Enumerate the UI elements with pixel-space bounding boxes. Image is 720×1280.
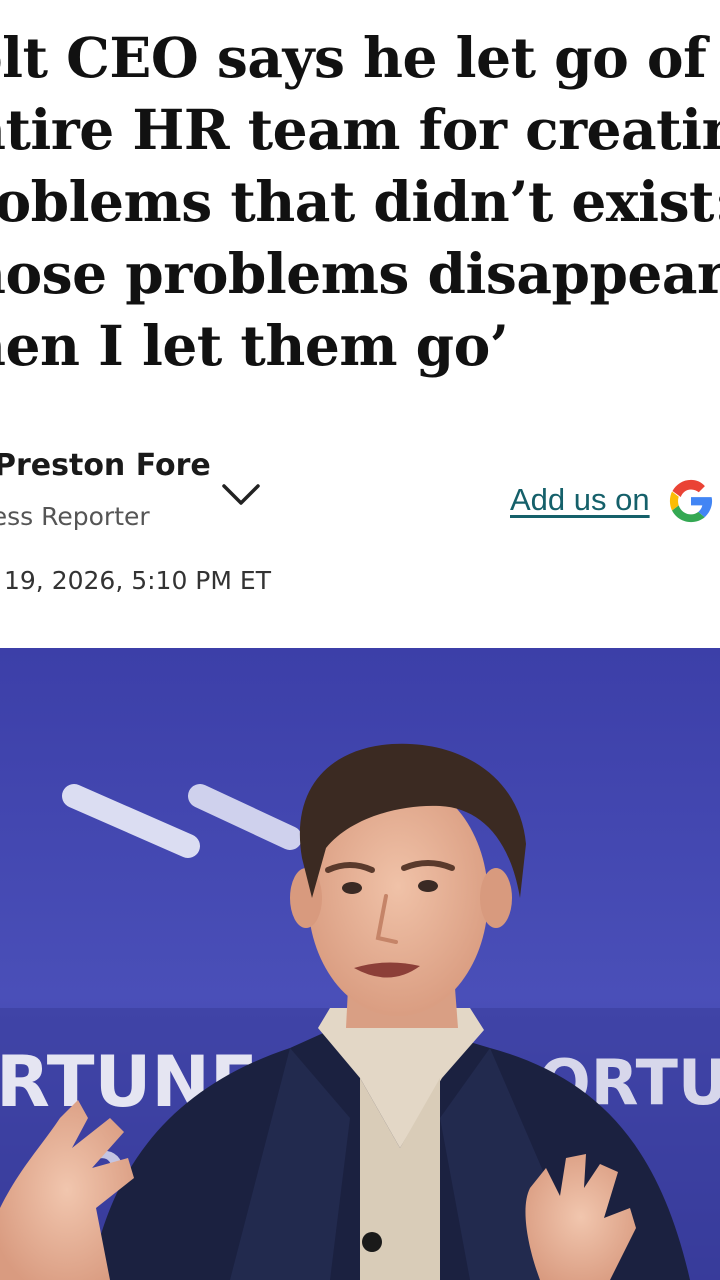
article-headline: olt CEO says he let go of his ntire HR t… [0,22,720,382]
publish-date: 19, 2026, 5:10 PM ET [4,566,271,595]
google-icon[interactable] [668,478,714,524]
headline-line: hose problems disappeared [0,241,720,306]
headline-line: hen I let them go’ [0,313,509,378]
author-name[interactable]: Preston Fore [0,448,211,483]
headline-line: roblems that didn’t exist: [0,169,720,234]
headline-line: ntire HR team for creating [0,97,720,162]
headline-line: olt CEO says he let go of his [0,25,720,90]
chevron-down-icon[interactable] [218,478,264,512]
article-hero-image: RTUNE FO ORTUN [0,648,720,1280]
add-us-on-google-link[interactable]: Add us on [510,482,650,518]
speaker-photo: RTUNE FO ORTUN [0,648,720,1280]
author-title: cess Reporter [0,502,150,531]
article-page: olt CEO says he let go of his ntire HR t… [0,0,720,1280]
